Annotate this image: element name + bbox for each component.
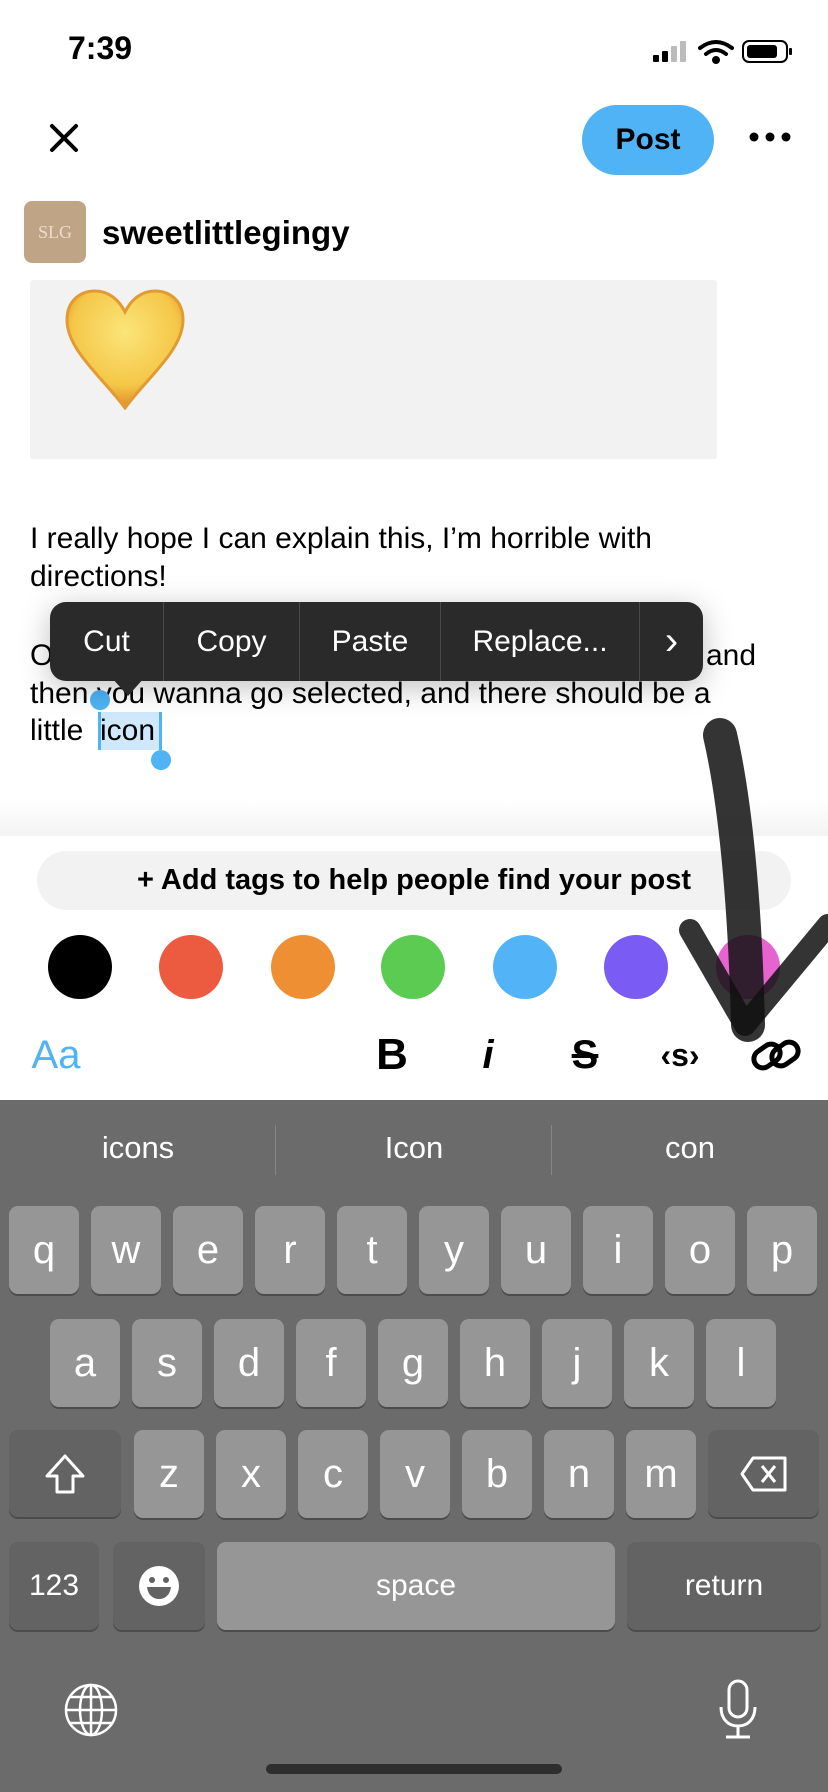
key-s[interactable]: s [132, 1319, 202, 1407]
key-r[interactable]: r [255, 1206, 325, 1294]
status-time: 7:39 [68, 30, 133, 66]
avatar[interactable]: SLG [24, 201, 86, 263]
key-k[interactable]: k [624, 1319, 694, 1407]
shift-key[interactable] [9, 1430, 121, 1517]
key-z[interactable]: z [134, 1430, 204, 1518]
battery-icon [742, 40, 792, 63]
key-a[interactable]: a [50, 1319, 120, 1407]
add-tags-button[interactable]: + Add tags to help people find your post [37, 851, 791, 910]
menu-paste[interactable]: Paste [300, 602, 441, 681]
key-j[interactable]: j [542, 1319, 612, 1407]
bold-button[interactable]: B [372, 1030, 412, 1080]
key-d[interactable]: d [214, 1319, 284, 1407]
numbers-key[interactable]: 123 [9, 1542, 99, 1630]
key-p[interactable]: p [747, 1206, 817, 1294]
more-options-icon[interactable] [748, 130, 792, 144]
key-c[interactable]: c [298, 1430, 368, 1518]
menu-cut[interactable]: Cut [50, 602, 164, 681]
backspace-icon [740, 1456, 786, 1491]
globe-icon[interactable] [63, 1682, 119, 1738]
key-v[interactable]: v [380, 1430, 450, 1518]
menu-more-chevron-icon[interactable]: › [640, 602, 703, 681]
key-l[interactable]: l [706, 1319, 776, 1407]
emoji-key[interactable] [113, 1542, 205, 1630]
key-i[interactable]: i [583, 1206, 653, 1294]
color-blue[interactable] [493, 935, 557, 999]
color-black[interactable] [48, 935, 112, 999]
close-icon[interactable] [44, 118, 84, 158]
emoji-icon [139, 1566, 179, 1606]
space-key[interactable]: space [217, 1542, 615, 1630]
color-orange[interactable] [271, 935, 335, 999]
home-indicator [266, 1764, 562, 1774]
strikethrough-button[interactable]: S [563, 1030, 607, 1080]
suggestion[interactable]: icons [0, 1130, 276, 1166]
menu-pointer [112, 678, 144, 696]
key-n[interactable]: n [544, 1430, 614, 1518]
username[interactable]: sweetlittlegingy [102, 214, 350, 252]
key-h[interactable]: h [460, 1319, 530, 1407]
edit-context-menu: Cut Copy Paste Replace... › [50, 602, 703, 681]
backspace-key[interactable] [708, 1430, 819, 1517]
key-q[interactable]: q [9, 1206, 79, 1294]
key-x[interactable]: x [216, 1430, 286, 1518]
key-o[interactable]: o [665, 1206, 735, 1294]
key-g[interactable]: g [378, 1319, 448, 1407]
return-key[interactable]: return [627, 1542, 821, 1630]
selection-end-handle[interactable] [151, 750, 171, 770]
body-text-fragment[interactable]: and [706, 639, 756, 673]
key-u[interactable]: u [501, 1206, 571, 1294]
key-t[interactable]: t [337, 1206, 407, 1294]
key-f[interactable]: f [296, 1319, 366, 1407]
menu-copy[interactable]: Copy [164, 602, 300, 681]
selection-start-handle[interactable] [90, 690, 110, 710]
shift-icon [45, 1454, 85, 1493]
key-y[interactable]: y [419, 1206, 489, 1294]
menu-replace[interactable]: Replace... [441, 602, 640, 681]
text-style-button[interactable]: Aa [26, 1030, 86, 1080]
key-e[interactable]: e [173, 1206, 243, 1294]
italic-button[interactable]: i [470, 1030, 506, 1080]
microphone-icon[interactable] [716, 1679, 760, 1741]
body-text-line[interactable]: I really hope I can explain this, I’m ho… [30, 522, 652, 556]
code-button[interactable]: ‹s› [652, 1030, 708, 1080]
link-icon[interactable] [750, 1033, 802, 1077]
key-m[interactable]: m [626, 1430, 696, 1518]
color-purple[interactable] [604, 935, 668, 999]
yellow-heart-emoji [65, 289, 185, 410]
key-w[interactable]: w [91, 1206, 161, 1294]
body-text-line[interactable]: directions! [30, 560, 167, 594]
color-green[interactable] [381, 935, 445, 999]
selected-text[interactable]: icon [100, 714, 155, 748]
divider [0, 800, 828, 836]
color-red[interactable] [159, 935, 223, 999]
color-pink[interactable] [716, 935, 780, 999]
key-b[interactable]: b [462, 1430, 532, 1518]
status-icons [653, 40, 792, 64]
post-button[interactable]: Post [582, 105, 714, 175]
body-text-line[interactable]: little [30, 714, 83, 748]
wifi-icon [698, 40, 734, 64]
suggestion[interactable]: Icon [276, 1130, 552, 1166]
signal-icon [653, 41, 686, 62]
suggestion[interactable]: con [552, 1130, 828, 1166]
